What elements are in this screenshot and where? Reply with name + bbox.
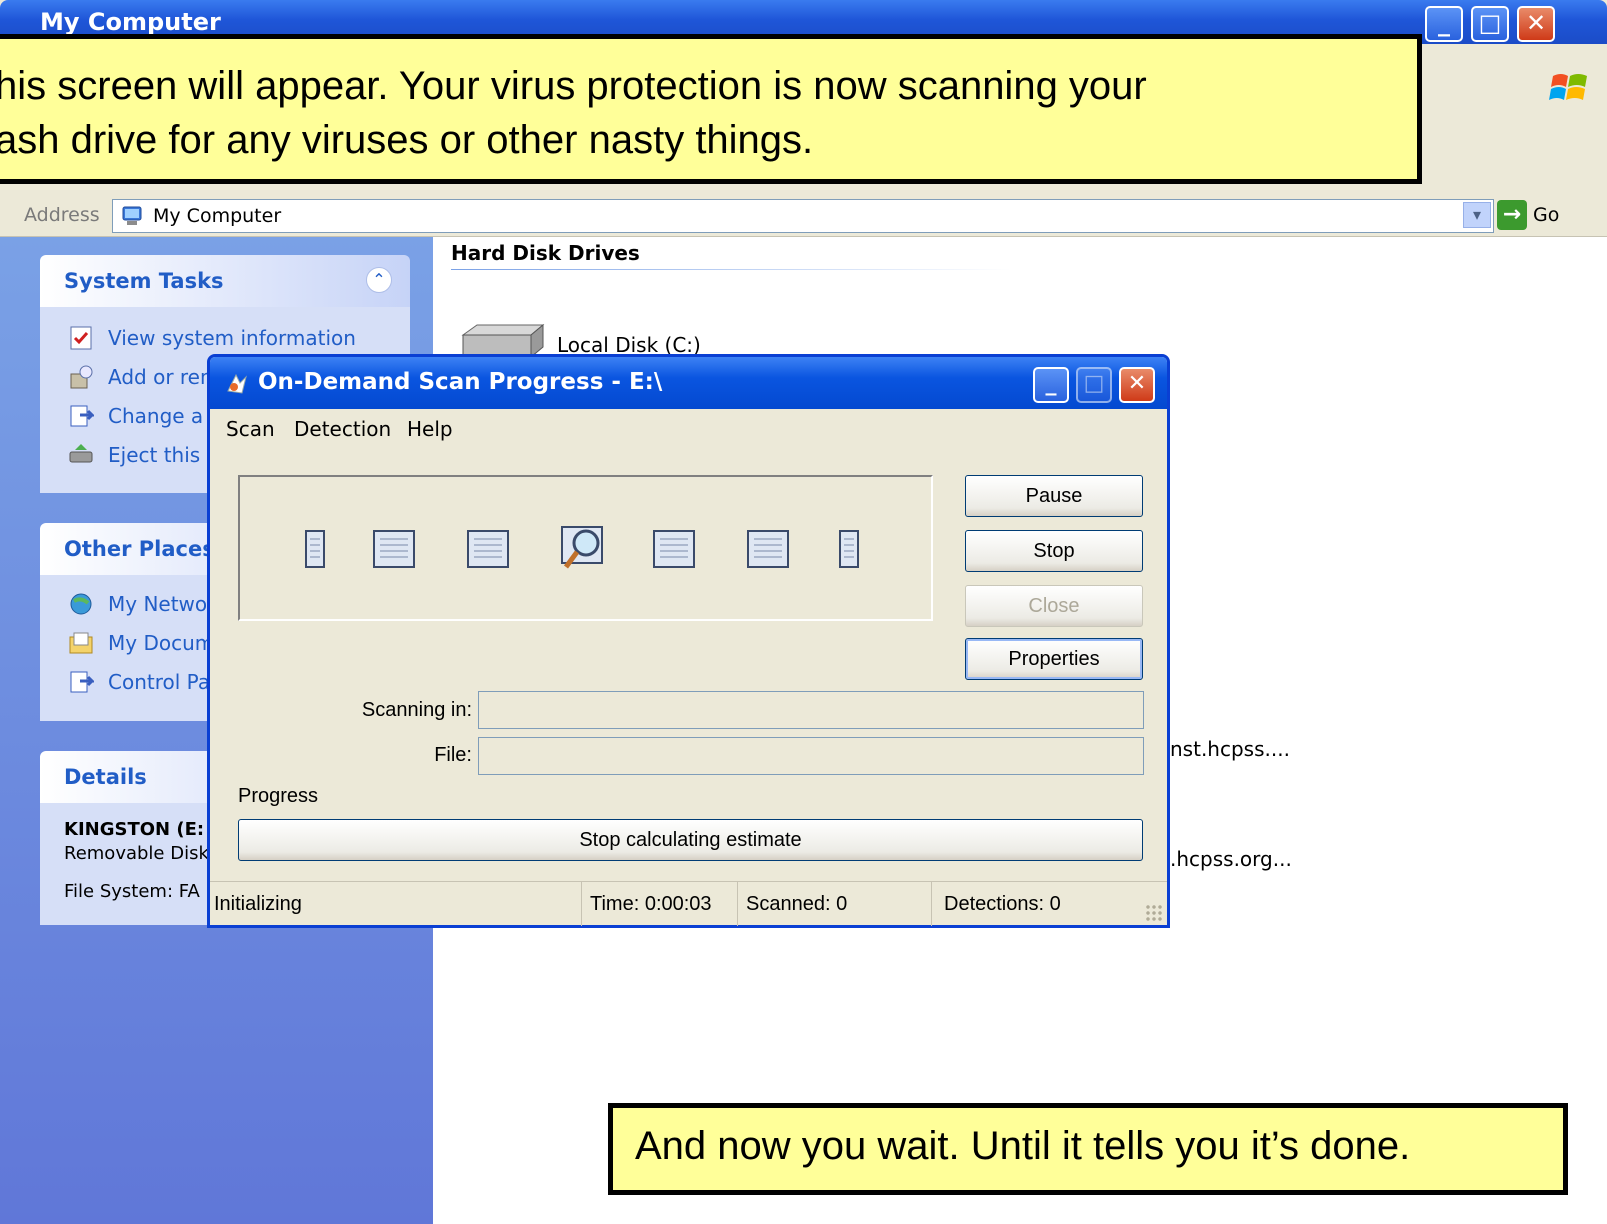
document-icon [467,530,509,568]
address-bar: Address My Computer ▾ → Go [0,196,1607,237]
network-drive-label-1[interactable]: nst.hcpss.... [1170,737,1290,761]
status-bar: Initializing Time: 0:00:03 Scanned: 0 De… [210,881,1167,926]
go-button[interactable]: Go [1533,204,1559,226]
menu-help[interactable]: Help [407,417,453,441]
task-label: Add or rem [108,365,220,389]
document-icon [373,530,415,568]
status-detections: Detections: 0 [944,893,1061,915]
instruction-callout-bottom: And now you wait. Until it tells you it’… [608,1103,1568,1195]
document-icon [839,530,859,568]
magnifier-document-icon [561,526,603,569]
scan-animation [238,475,933,621]
status-scanned: Scanned: 0 [738,882,932,926]
network-globe-icon [70,593,92,615]
dialog-maximize-button: □ [1076,367,1112,403]
hard-disk-drives-heading: Hard Disk Drives [451,241,640,265]
maximize-button[interactable]: □ [1471,6,1509,42]
explorer-title: My Computer [40,8,221,36]
instruction-callout-top: his screen will appear. Your virus prote… [0,34,1422,184]
menu-detection[interactable]: Detection [294,417,391,441]
close-button[interactable]: ✕ [1517,6,1555,42]
status-time: Time: 0:00:03 [582,882,738,926]
details-drive-name: KINGSTON (E: [64,819,205,840]
file-label: File: [434,744,472,766]
network-drive-label-2[interactable]: .hcpss.org... [1170,847,1292,871]
eject-drive-icon [69,444,93,463]
stop-calculating-estimate-button[interactable]: Stop calculating estimate [238,819,1143,861]
address-dropdown-button[interactable]: ▾ [1463,202,1491,228]
place-label: My Docum [108,631,215,655]
dialog-title: On-Demand Scan Progress - E:\ [258,369,663,395]
document-icon [747,530,789,568]
progress-label: Progress [238,785,319,807]
checklist-icon [70,326,92,350]
address-value: My Computer [153,205,282,227]
windows-logo-icon [1549,74,1587,100]
callout-top-text: his screen will appear. Your virus prote… [0,64,1147,162]
details-drive-type: Removable Disk [64,843,209,864]
antivirus-shield-icon [227,373,247,394]
control-panel-icon [70,405,94,427]
place-label: My Networ [108,592,216,616]
pause-button[interactable]: Pause [965,475,1143,517]
close-dialog-button: Close [965,585,1143,627]
address-label: Address [24,204,100,226]
system-tasks-title: System Tasks [64,269,224,293]
stop-button[interactable]: Stop [965,530,1143,572]
dialog-minimize-button[interactable]: _ [1033,367,1069,403]
control-panel-icon [70,671,94,693]
other-places-title: Other Places [64,537,215,561]
status-state: Initializing [210,882,582,926]
on-demand-scan-dialog: On-Demand Scan Progress - E:\ _ □ ✕ Scan… [207,354,1170,928]
documents-folder-icon [69,632,93,654]
dialog-titlebar[interactable]: On-Demand Scan Progress - E:\ _ □ ✕ [210,357,1167,409]
system-tasks-header[interactable]: System Tasks ⌃ [40,255,410,307]
computer-icon [122,206,142,225]
details-file-system: File System: FA [64,881,200,902]
callout-bottom-text: And now you wait. Until it tells you it’… [635,1124,1411,1168]
document-icon [653,530,695,568]
resize-grip[interactable] [1145,904,1163,922]
properties-button[interactable]: Properties [965,638,1143,680]
details-title: Details [64,765,147,789]
dialog-close-button[interactable]: ✕ [1119,367,1155,403]
scanning-in-field [478,691,1144,729]
file-field [478,737,1144,775]
go-arrow-icon[interactable]: → [1497,200,1527,230]
add-remove-programs-icon [70,365,93,389]
scanning-in-label: Scanning in: [361,699,472,721]
document-icon [305,530,325,568]
collapse-chevron-icon[interactable]: ⌃ [366,267,392,293]
menu-scan[interactable]: Scan [226,417,275,441]
section-divider [451,269,1011,270]
place-label: Control Pa [108,670,211,694]
task-label: Eject this d [108,443,220,467]
minimize-button[interactable]: _ [1425,6,1463,42]
task-label: Change a [108,404,204,428]
task-label: View system information [108,326,356,350]
address-input[interactable]: My Computer ▾ [112,199,1494,233]
